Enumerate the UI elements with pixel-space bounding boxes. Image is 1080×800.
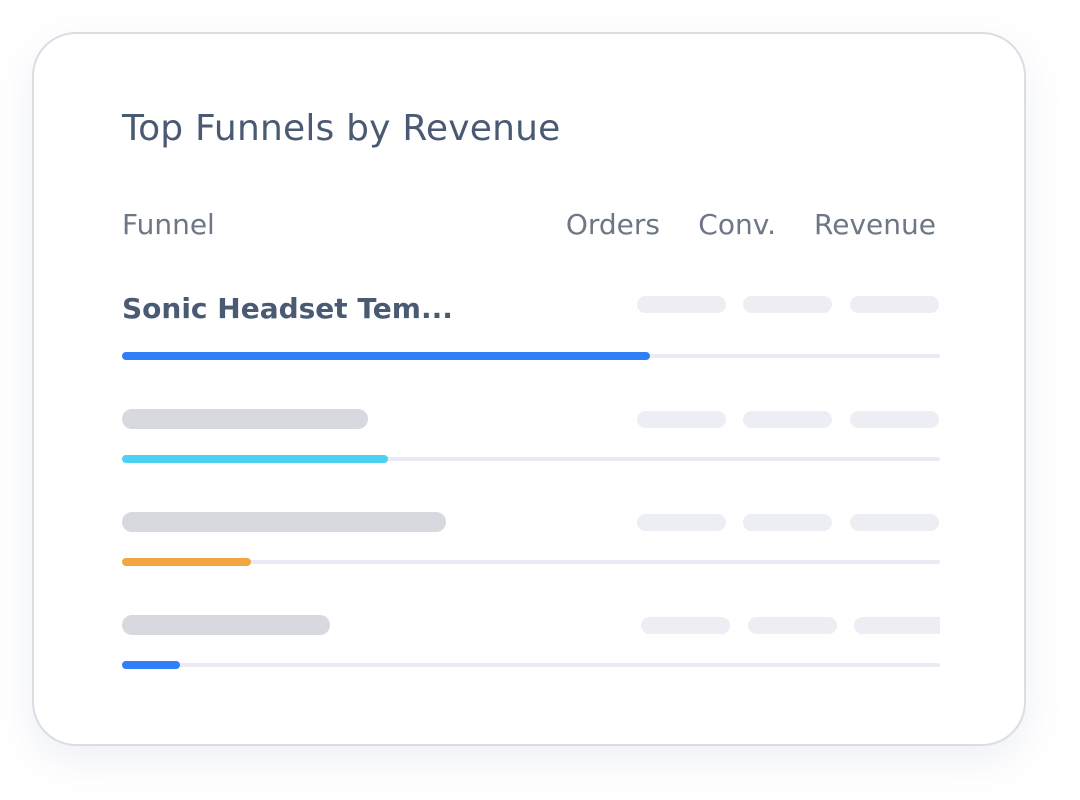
revenue-bar-track: [122, 558, 940, 566]
revenue-bar-track: [122, 661, 940, 669]
top-funnels-card: Top Funnels by Revenue Funnel Orders Con…: [32, 32, 1026, 746]
revenue-loading-placeholder: [854, 617, 940, 634]
funnel-name-loading-placeholder: [122, 615, 330, 635]
column-header-conversion[interactable]: Conv.: [698, 208, 776, 242]
revenue-bar-track: [122, 455, 940, 463]
orders-loading-placeholder: [637, 296, 726, 313]
revenue-loading-placeholder: [850, 514, 939, 531]
column-header-orders[interactable]: Orders: [566, 208, 660, 242]
revenue-loading-placeholder: [850, 411, 939, 428]
card-title: Top Funnels by Revenue: [122, 108, 561, 149]
revenue-bar-fill: [122, 455, 388, 463]
funnel-name-loading-placeholder: [122, 512, 446, 532]
funnel-row[interactable]: [122, 512, 940, 592]
revenue-bar-track: [122, 352, 940, 360]
funnel-row[interactable]: [122, 409, 940, 489]
orders-loading-placeholder: [641, 617, 730, 634]
orders-loading-placeholder: [637, 411, 726, 428]
funnel-row[interactable]: [122, 615, 940, 695]
column-header-revenue[interactable]: Revenue: [814, 208, 936, 242]
funnel-name-loading-placeholder: [122, 409, 368, 429]
conversion-loading-placeholder: [743, 296, 832, 313]
orders-loading-placeholder: [637, 514, 726, 531]
conversion-loading-placeholder: [743, 514, 832, 531]
column-header-funnel[interactable]: Funnel: [122, 208, 215, 242]
revenue-bar-fill: [122, 558, 252, 566]
revenue-loading-placeholder: [850, 296, 939, 313]
revenue-bar-fill: [122, 661, 181, 669]
revenue-bar-fill: [122, 352, 651, 360]
conversion-loading-placeholder: [748, 617, 837, 634]
funnel-name[interactable]: Sonic Headset Tem...: [122, 292, 453, 326]
conversion-loading-placeholder: [743, 411, 832, 428]
funnel-row[interactable]: Sonic Headset Tem...: [122, 292, 940, 374]
